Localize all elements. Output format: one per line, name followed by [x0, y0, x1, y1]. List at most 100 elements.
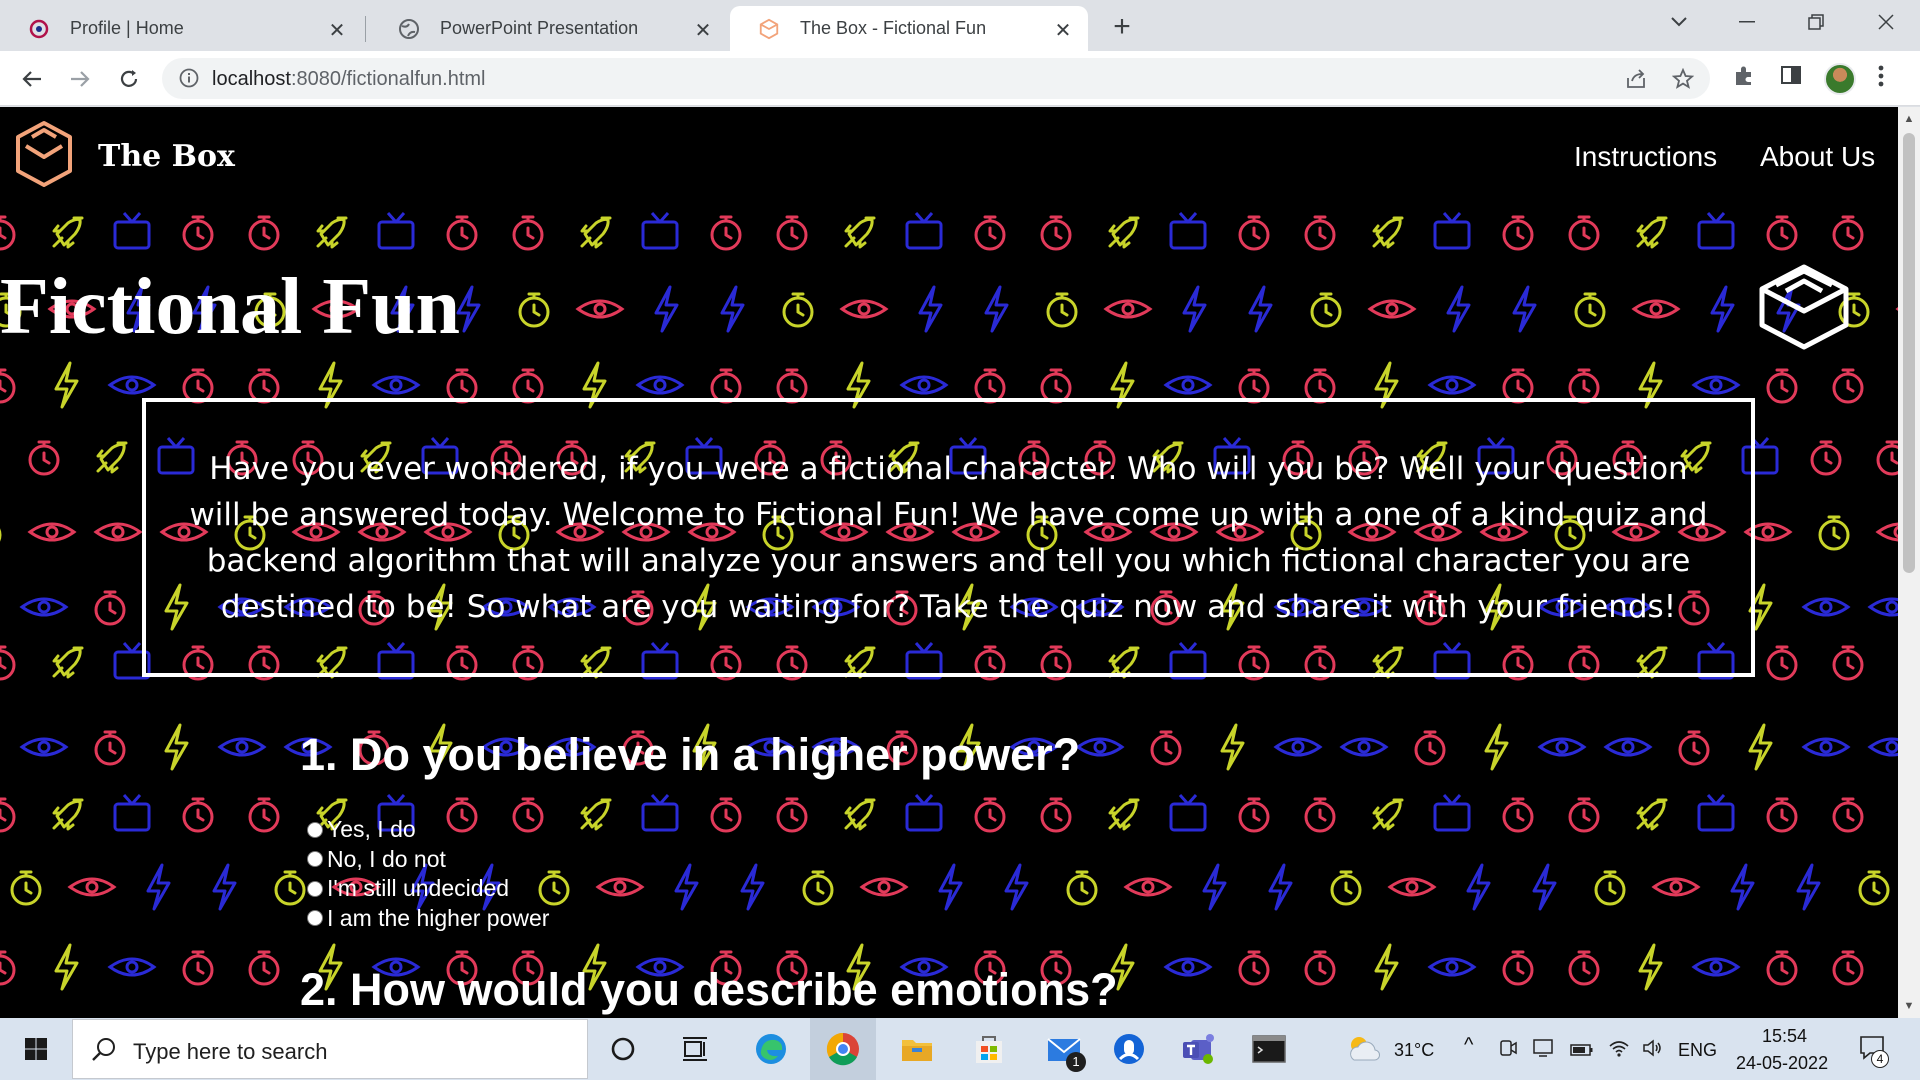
option-yes[interactable]: Yes, I do [307, 815, 549, 845]
display-icon[interactable] [1532, 1038, 1554, 1063]
profile-avatar[interactable] [1824, 63, 1856, 95]
share-icon[interactable] [1624, 68, 1648, 95]
watch-pattern-icon [1304, 950, 1336, 986]
option-no[interactable]: No, I do not [307, 845, 549, 875]
edge-icon[interactable] [748, 1018, 794, 1080]
radio-button[interactable] [307, 880, 323, 897]
file-explorer-icon[interactable] [894, 1018, 940, 1080]
eye-pattern-icon [68, 877, 116, 897]
back-button[interactable] [15, 62, 49, 96]
browser-toolbar: localhost:8080/fictionalfun.html [0, 51, 1920, 106]
scrollbar-thumb[interactable] [1903, 133, 1915, 573]
watch-pattern-icon [10, 870, 42, 906]
clock-time[interactable]: 15:54 [1762, 1026, 1807, 1047]
watch-pattern-icon [1766, 368, 1798, 404]
nav-link-instructions[interactable]: Instructions [1574, 141, 1717, 173]
scroll-up-arrow[interactable]: ▲ [1903, 113, 1915, 125]
tab-search-icon[interactable] [1650, 0, 1708, 44]
close-icon[interactable]: ✕ [692, 18, 714, 43]
bolt-pattern-icon [1374, 943, 1399, 991]
watch-pattern-icon [94, 730, 126, 766]
rocket-pattern-icon [1372, 798, 1404, 831]
wifi-icon[interactable] [1608, 1038, 1630, 1063]
meet-now-icon[interactable] [1498, 1038, 1518, 1063]
close-icon[interactable]: ✕ [1052, 18, 1074, 43]
radio-button[interactable] [307, 821, 323, 838]
restore-button[interactable] [1787, 0, 1845, 44]
watch-pattern-icon [1766, 215, 1798, 251]
rocket-pattern-icon [580, 216, 612, 249]
cortana-icon[interactable] [600, 1018, 646, 1080]
watch-pattern-icon [248, 215, 280, 251]
extensions-icon[interactable] [1732, 64, 1756, 93]
close-icon[interactable]: ✕ [326, 18, 348, 43]
reload-button[interactable] [112, 62, 146, 96]
bookmark-star-icon[interactable] [1671, 67, 1695, 95]
minimize-button[interactable] [1718, 0, 1776, 44]
weather-temperature[interactable]: 31°C [1394, 1040, 1434, 1061]
bolt-pattern-icon [1004, 863, 1029, 911]
page-scrollbar[interactable]: ▲ ▼ [1898, 107, 1920, 1018]
tv-pattern-icon [113, 211, 151, 250]
eye-pattern-icon [28, 522, 76, 542]
side-panel-icon[interactable] [1780, 64, 1802, 91]
task-view-icon[interactable] [672, 1018, 718, 1080]
tab-powerpoint[interactable]: PowerPoint Presentation ✕ [370, 6, 728, 51]
onedrive-icon[interactable] [1106, 1018, 1152, 1080]
language-indicator[interactable]: ENG [1678, 1040, 1717, 1061]
watch-pattern-icon [1238, 950, 1270, 986]
scroll-down-arrow[interactable]: ▼ [1903, 1000, 1915, 1012]
watch-pattern-icon [248, 950, 280, 986]
tv-pattern-icon [641, 211, 679, 250]
option-undecided[interactable]: I'm still undecided [307, 874, 549, 904]
eye-pattern-icon [860, 877, 908, 897]
terminal-icon[interactable] [1236, 1018, 1302, 1080]
microsoft-store-icon[interactable] [966, 1018, 1012, 1080]
chrome-taskbar-icon[interactable] [810, 1018, 876, 1080]
option-higher-power[interactable]: I am the higher power [307, 904, 549, 934]
brand-name[interactable]: The Box [98, 139, 235, 174]
radio-button[interactable] [307, 851, 323, 868]
taskbar-search[interactable]: Type here to search [72, 1019, 588, 1079]
open-box-icon [1759, 264, 1849, 350]
eye-pattern-icon [1428, 375, 1476, 395]
forward-button[interactable] [63, 62, 97, 96]
clock-date[interactable]: 24-05-2022 [1736, 1053, 1828, 1074]
box-logo-icon[interactable] [12, 119, 76, 189]
tab-profile-home[interactable]: Profile | Home ✕ [0, 6, 362, 51]
address-bar[interactable]: localhost:8080/fictionalfun.html [162, 58, 1710, 99]
menu-kebab-icon[interactable] [1878, 64, 1884, 93]
radio-button[interactable] [307, 910, 323, 927]
volume-icon[interactable] [1642, 1038, 1664, 1063]
battery-icon[interactable] [1570, 1041, 1594, 1062]
mail-icon[interactable]: 1 [1036, 1018, 1092, 1080]
tab-fictional-fun[interactable]: The Box - Fictional Fun ✕ [730, 6, 1088, 51]
watch-pattern-icon [182, 797, 214, 833]
watch-pattern-icon [1810, 440, 1842, 476]
nav-link-about-us[interactable]: About Us [1760, 141, 1875, 173]
question-2-title: 2. How would you describe emotions? [300, 964, 1118, 1015]
bolt-pattern-icon [1248, 285, 1273, 333]
windows-start-icon[interactable] [14, 1018, 58, 1080]
bolt-pattern-icon [720, 285, 745, 333]
tv-pattern-icon [1433, 793, 1471, 832]
close-window-button[interactable] [1857, 0, 1915, 44]
new-tab-button[interactable]: + [1107, 10, 1137, 44]
weather-icon[interactable] [1344, 1018, 1384, 1080]
watch-pattern-icon [776, 797, 808, 833]
eye-pattern-icon [1538, 737, 1586, 757]
teams-icon[interactable] [1176, 1018, 1222, 1080]
eye-pattern-icon [1428, 957, 1476, 977]
watch-pattern-icon [1818, 515, 1850, 551]
watch-pattern-icon [0, 368, 16, 404]
eye-pattern-icon [94, 522, 142, 542]
show-hidden-icons-button[interactable]: ^ [1464, 1034, 1473, 1057]
eye-pattern-icon [20, 737, 68, 757]
eye-pattern-icon [1274, 737, 1322, 757]
watch-pattern-icon [1766, 797, 1798, 833]
info-icon[interactable] [178, 67, 200, 94]
eye-pattern-icon [1124, 877, 1172, 897]
intro-box: Have you ever wondered, if you were a fi… [142, 398, 1755, 677]
bolt-pattern-icon [1466, 863, 1491, 911]
watch-pattern-icon [974, 797, 1006, 833]
